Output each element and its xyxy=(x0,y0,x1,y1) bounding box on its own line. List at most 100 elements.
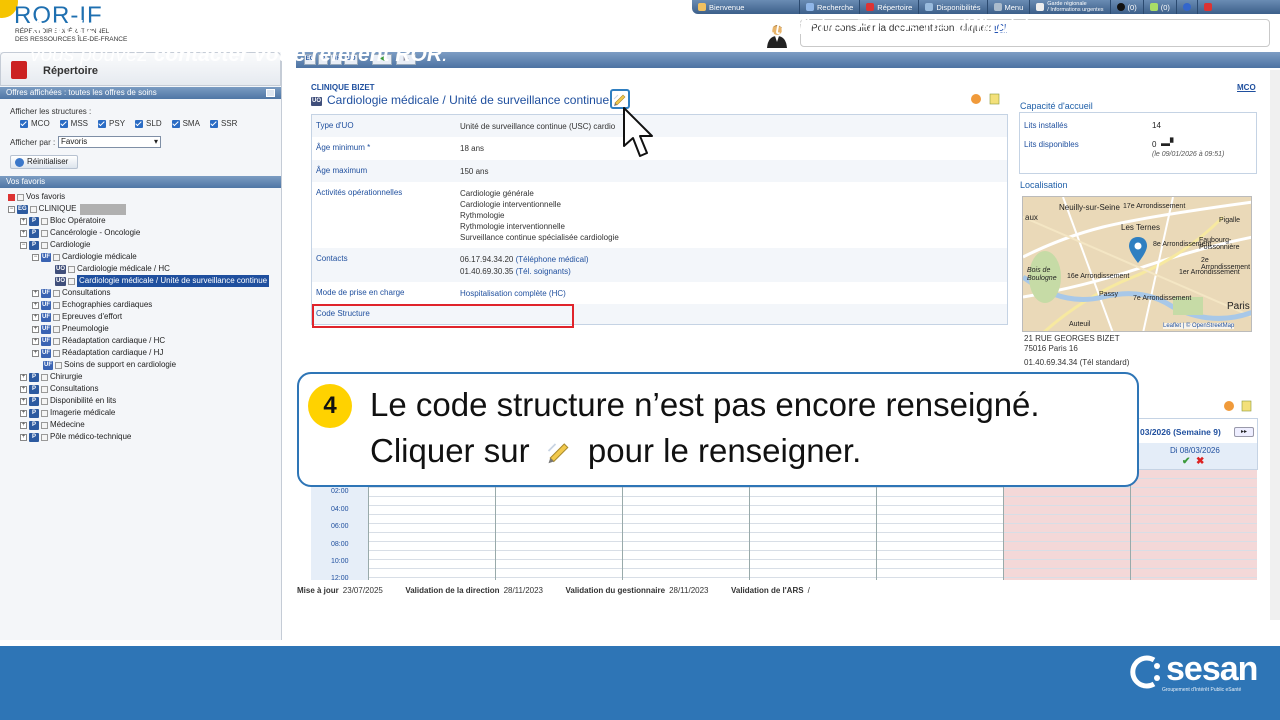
expand-node-icon[interactable]: + xyxy=(20,229,27,237)
expand-node-icon[interactable]: + xyxy=(32,337,39,345)
filter-psy[interactable]: PSY xyxy=(98,119,125,128)
nav-disponibilites[interactable]: Disponibilités xyxy=(919,0,988,14)
expand-node-icon[interactable]: + xyxy=(20,409,27,417)
dropdown-icon xyxy=(68,277,75,285)
nav-logout[interactable] xyxy=(1198,0,1218,14)
expand-node-icon[interactable]: + xyxy=(32,313,39,321)
expand-node-icon[interactable]: + xyxy=(20,397,27,405)
expand-node-icon[interactable]: + xyxy=(32,349,39,357)
planning-action-icons xyxy=(1224,400,1252,412)
top-navigation: Bienvenue Recherche Répertoire Disponibi… xyxy=(692,0,1280,14)
favorites-book-icon xyxy=(8,193,15,201)
search-icon xyxy=(806,3,814,11)
grid-col-divider xyxy=(1130,470,1131,580)
nav-menu[interactable]: Menu xyxy=(988,0,1031,14)
sesan-logo-icon xyxy=(1130,655,1160,689)
expand-node-icon[interactable]: + xyxy=(32,301,39,309)
check-icon[interactable]: ✔ xyxy=(1182,456,1190,467)
tree-pneumo[interactable]: + UF Pneumologie xyxy=(32,323,109,335)
tree-epreuves[interactable]: + UF Epreuves d'effort xyxy=(32,311,122,323)
tree-cardio-usc[interactable]: UO Cardiologie médicale / Unité de survei… xyxy=(55,275,270,287)
collapse-node-icon[interactable]: − xyxy=(32,253,39,261)
structures-label: Afficher les structures : xyxy=(10,107,92,116)
tree-cardio-hc[interactable]: UO Cardiologie médicale / HC xyxy=(55,263,170,275)
tree-pole[interactable]: + P Pôle médico-technique xyxy=(20,431,131,443)
vertical-scrollbar[interactable] xyxy=(1270,70,1280,620)
filter-mco[interactable]: MCO xyxy=(20,119,50,128)
comment-icon[interactable] xyxy=(971,94,981,104)
tree-echo[interactable]: + UF Echographies cardiaques xyxy=(32,299,152,311)
tree-dispo[interactable]: + P Disponibilité en lits xyxy=(20,395,116,407)
user-icon xyxy=(698,3,706,11)
tree-clinique[interactable]: − EG CLINIQUE xyxy=(8,203,127,215)
callout-line-2: Cliquer sur pour le renseigner. xyxy=(370,432,862,469)
filter-sma[interactable]: SMA xyxy=(171,119,200,128)
row-age-max: Âge maximum 150 ans xyxy=(312,160,1007,182)
row-contacts: Contacts 06.17.94.34.20 (Téléphone médic… xyxy=(312,248,1007,282)
map-marker-icon[interactable] xyxy=(1129,237,1147,263)
nav-messages[interactable]: (0) xyxy=(1111,0,1144,14)
expand-node-icon[interactable]: + xyxy=(20,433,27,441)
filter-mss[interactable]: MSS xyxy=(59,119,88,128)
nav-alerts[interactable]: (0) xyxy=(1144,0,1177,14)
filter-sld[interactable]: SLD xyxy=(135,119,162,128)
alert-icon xyxy=(1149,3,1158,11)
next-week-button[interactable]: ▸▸ xyxy=(1234,427,1254,437)
nav-garde-regionale[interactable]: Garde régionale / Informations urgentes xyxy=(1030,0,1111,14)
checkbox-checked-icon xyxy=(20,119,28,128)
tree-cardio-med[interactable]: − UF Cardiologie médicale xyxy=(32,251,137,263)
cross-icon[interactable]: ✖ xyxy=(1196,456,1204,467)
tree-consult2[interactable]: + P Consultations xyxy=(20,383,98,395)
dropdown-icon xyxy=(53,253,60,261)
mco-link[interactable]: MCO xyxy=(1237,83,1256,92)
tree-root[interactable]: Vos favoris xyxy=(8,191,65,203)
calendar-icon xyxy=(925,3,934,11)
note-icon[interactable] xyxy=(989,93,1000,105)
note-icon[interactable] xyxy=(1241,400,1252,412)
reset-icon xyxy=(15,158,24,167)
expand-node-icon[interactable]: + xyxy=(20,421,27,429)
filter-ssr[interactable]: SSR xyxy=(209,119,237,128)
mouse-cursor-icon xyxy=(623,107,653,157)
row-mode-prise-en-charge: Mode de prise en charge Hospitalisation … xyxy=(312,282,1007,304)
dropdown-icon xyxy=(41,421,48,429)
tree-imagerie[interactable]: + P Imagerie médicale xyxy=(20,407,115,419)
tree-cancero[interactable]: + P Cancérologie - Oncologie xyxy=(20,227,140,239)
comment-icon[interactable] xyxy=(1224,401,1234,411)
code-structure-highlight xyxy=(312,304,574,328)
tree-readapt-hj[interactable]: + UF Réadaptation cardiaque / HJ xyxy=(32,347,163,359)
location-map[interactable]: Neuilly-sur-Seine 17e Arrondissement aux… xyxy=(1022,196,1252,332)
tree-readapt-hc[interactable]: + UF Réadaptation cardiaque / HC xyxy=(32,335,165,347)
tree-soins[interactable]: UF Soins de support en cardiologie xyxy=(43,359,176,371)
dropdown-icon xyxy=(41,397,48,405)
tree-medecine[interactable]: + P Médecine xyxy=(20,419,85,431)
tree-consult[interactable]: + UF Consultations xyxy=(32,287,110,299)
collapse-node-icon[interactable]: − xyxy=(20,241,27,249)
pencil-icon xyxy=(613,94,626,106)
nav-repertoire[interactable]: Répertoire xyxy=(860,0,920,14)
expand-node-icon[interactable]: + xyxy=(20,217,27,225)
dropdown-icon xyxy=(53,289,60,297)
bed-icon: ▬▘ xyxy=(1161,138,1177,148)
expand-node-icon[interactable]: + xyxy=(20,385,27,393)
afficher-par-select[interactable]: Favoris xyxy=(58,136,161,148)
nav-bienvenue[interactable]: Bienvenue xyxy=(692,0,800,14)
nav-recherche[interactable]: Recherche xyxy=(800,0,861,14)
expand-node-icon[interactable]: + xyxy=(32,289,39,297)
structure-name[interactable]: CLINIQUE BIZET xyxy=(311,83,375,92)
collapse-node-icon[interactable]: − xyxy=(8,205,15,213)
tree-bloc[interactable]: + P Bloc Opératoire xyxy=(20,215,106,227)
expand-node-icon[interactable]: + xyxy=(32,325,39,333)
reset-button[interactable]: Réinitialiser xyxy=(10,155,78,169)
nav-help[interactable] xyxy=(1177,0,1198,14)
tree-cardio[interactable]: − P Cardiologie xyxy=(20,239,90,251)
tree-chirurgie[interactable]: + P Chirurgie xyxy=(20,371,82,383)
collapse-icon[interactable] xyxy=(266,89,275,97)
pencil-icon xyxy=(547,443,569,464)
expand-node-icon[interactable]: + xyxy=(20,373,27,381)
validation-footer: Mise à jour 23/07/2025 Validation de la d… xyxy=(297,586,810,595)
header-action-icons xyxy=(971,93,1000,105)
dropdown-icon xyxy=(41,385,48,393)
checkbox-checked-icon xyxy=(59,119,68,128)
redacted-block xyxy=(80,203,127,215)
